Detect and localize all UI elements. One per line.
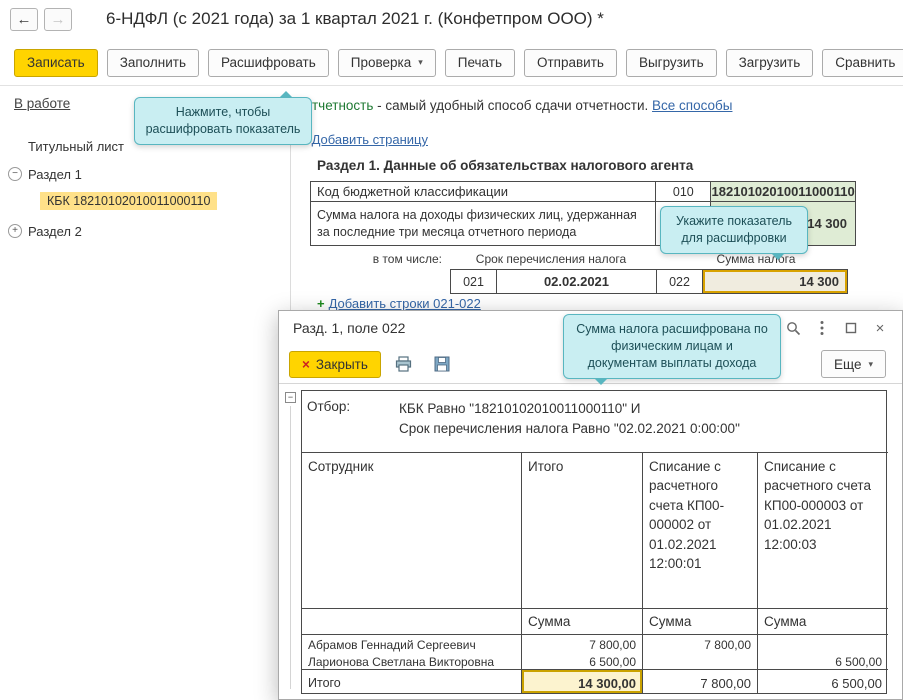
send-button[interactable]: Отправить bbox=[523, 48, 617, 77]
doc2-amount-cell[interactable]: 6 500,00 bbox=[758, 652, 888, 669]
sum-subheader-doc2[interactable]: Сумма bbox=[758, 609, 888, 635]
tree-item-section1[interactable]: Раздел 1 bbox=[28, 167, 82, 182]
printer-icon bbox=[396, 356, 412, 372]
column-header-total[interactable]: Итого bbox=[522, 452, 643, 609]
including-label: в том числе: bbox=[372, 252, 442, 266]
print-button[interactable]: Печать bbox=[444, 48, 515, 77]
kbk-row: Код бюджетной классификации 010 18210102… bbox=[311, 182, 856, 202]
hint-select-indicator-tooltip: Укажите показатель для расшифровки bbox=[660, 206, 808, 260]
kebab-menu-icon[interactable] bbox=[814, 320, 830, 336]
more-button-label: Еще bbox=[834, 356, 862, 372]
back-icon: ← bbox=[16, 10, 32, 28]
sum-subheader-doc1[interactable]: Сумма bbox=[643, 608, 758, 635]
section1-header: Раздел 1. Данные об обязательствах налог… bbox=[317, 158, 694, 173]
doc1-amount-cell[interactable]: 7 800,00 bbox=[643, 634, 758, 652]
plus-icon: + bbox=[317, 296, 325, 311]
status-link[interactable]: В работе bbox=[14, 96, 70, 111]
sum-subheader-empty bbox=[302, 608, 522, 635]
filter-row: Отбор: КБК Равно "18210102010011000110" … bbox=[302, 391, 888, 453]
titlebar: ← → 6-НДФЛ (с 2021 года) за 1 квартал 20… bbox=[0, 0, 903, 38]
column-header-employee[interactable]: Сотрудник bbox=[302, 452, 522, 609]
back-button[interactable]: ← bbox=[10, 7, 38, 31]
forward-icon: → bbox=[50, 10, 66, 28]
add-page-label[interactable]: Добавить страницу bbox=[312, 132, 428, 147]
drilldown-table: Отбор: КБК Равно "18210102010011000110" … bbox=[301, 390, 888, 694]
filter-label: Отбор: bbox=[307, 399, 351, 414]
export-button[interactable]: Выгрузить bbox=[625, 48, 717, 77]
tree-item-title-page[interactable]: Титульный лист bbox=[28, 139, 124, 154]
tree-item-section2[interactable]: Раздел 2 bbox=[28, 224, 82, 239]
check-button-label: Проверка bbox=[350, 55, 412, 70]
tax-amount-selected-cell[interactable]: 14 300 bbox=[703, 270, 848, 294]
close-x-icon: × bbox=[302, 356, 310, 372]
doc1-amount-cell[interactable] bbox=[643, 651, 758, 669]
save-icon-button[interactable] bbox=[427, 351, 457, 377]
employee-name-cell[interactable]: Абрамов Геннадий Сергеевич bbox=[302, 634, 522, 652]
chevron-down-icon: ▾ bbox=[868, 358, 873, 369]
popup-body: − Отбор: КБК Равно "18210102010011000110… bbox=[279, 384, 902, 699]
window-title: 6-НДФЛ (с 2021 года) за 1 квартал 2021 г… bbox=[106, 9, 604, 28]
import-button[interactable]: Загрузить bbox=[725, 48, 814, 77]
close-button-label: Закрыть bbox=[315, 356, 368, 372]
sum-subheader-total[interactable]: Сумма bbox=[522, 608, 643, 635]
more-button[interactable]: Еще ▾ bbox=[821, 350, 886, 378]
compare-button[interactable]: Сравнить bbox=[822, 48, 903, 77]
kbk-label-cell: Код бюджетной классификации bbox=[311, 182, 657, 202]
code-021-cell: 021 bbox=[451, 270, 497, 294]
group-collapse-icon[interactable]: − bbox=[285, 392, 296, 403]
term-column-header: Срок перечисления налога bbox=[475, 252, 627, 266]
add-page-link[interactable]: +Добавить страницу bbox=[300, 132, 428, 147]
grouping-gutter bbox=[290, 406, 291, 689]
doc2-amount-cell[interactable] bbox=[758, 635, 888, 652]
all-ways-link[interactable]: Все способы bbox=[652, 98, 732, 113]
tax-sum-label-cell: Сумма налога на доходы физических лиц, у… bbox=[311, 202, 657, 246]
promo-line: тчетность - самый удобный способ сдачи о… bbox=[312, 98, 732, 113]
grand-total-label-cell[interactable]: Итого bbox=[302, 668, 522, 693]
employee-name-cell[interactable]: Ларионова Светлана Викторовна bbox=[302, 651, 522, 669]
grand-total-doc2-cell[interactable]: 6 500,00 bbox=[758, 668, 888, 693]
grand-total-doc1-cell[interactable]: 7 800,00 bbox=[643, 668, 758, 693]
popup-title: Разд. 1, поле 022 bbox=[293, 320, 406, 336]
add-lines-link[interactable]: + Добавить строки 021-022 bbox=[317, 296, 481, 311]
kbk-value-cell[interactable]: 18210102010011000110 bbox=[711, 182, 856, 202]
save-button[interactable]: Записать bbox=[14, 48, 98, 77]
amount-column-header: Сумма налога bbox=[716, 252, 796, 266]
total-amount-cell[interactable]: 6 500,00 bbox=[522, 651, 643, 669]
filter-value[interactable]: КБК Равно "18210102010011000110" И Срок … bbox=[399, 399, 740, 440]
tree-item-kbk-selected[interactable]: КБК 18210102010011000110 bbox=[40, 192, 218, 210]
column-header-doc1[interactable]: Списание с расчетного счета КП00-000002 … bbox=[643, 452, 758, 609]
line-021-022-row: 021 02.02.2021 022 14 300 bbox=[450, 269, 848, 294]
fill-button[interactable]: Заполнить bbox=[106, 48, 199, 77]
decipher-button[interactable]: Расшифровать bbox=[207, 48, 329, 77]
add-lines-label[interactable]: Добавить строки 021-022 bbox=[329, 296, 481, 311]
chevron-down-icon: ▾ bbox=[418, 57, 423, 67]
grand-total-amount-cell[interactable]: 14 300,00 bbox=[522, 668, 643, 693]
total-amount-cell[interactable]: 7 800,00 bbox=[522, 634, 643, 652]
promo-brand-fragment: тчетность bbox=[312, 98, 374, 113]
floppy-icon bbox=[434, 356, 450, 372]
collapse-icon[interactable]: − bbox=[8, 167, 22, 181]
hint-decipher-tooltip: Нажмите, чтобы расшифровать показатель bbox=[134, 91, 312, 145]
code-022-cell: 022 bbox=[657, 270, 703, 294]
close-icon[interactable]: × bbox=[872, 320, 888, 337]
kbk-code-cell: 010 bbox=[656, 182, 712, 202]
forward-button[interactable]: → bbox=[44, 7, 72, 31]
column-header-doc2[interactable]: Списание с расчетного счета КП00-000003 … bbox=[758, 453, 888, 609]
close-button[interactable]: × Закрыть bbox=[289, 350, 381, 378]
transfer-date-cell[interactable]: 02.02.2021 bbox=[497, 270, 657, 294]
expand-icon[interactable]: + bbox=[8, 224, 22, 238]
hint-drilldown-tooltip: Сумма налога расшифрована по физическим … bbox=[563, 314, 781, 385]
check-button[interactable]: Проверка ▾ bbox=[337, 48, 436, 77]
popup-window-controls: × bbox=[785, 320, 888, 337]
print-icon-button[interactable] bbox=[389, 351, 419, 377]
find-icon[interactable] bbox=[785, 320, 801, 336]
main-toolbar: Записать Заполнить Расшифровать Проверка… bbox=[0, 40, 903, 86]
maximize-icon[interactable] bbox=[843, 320, 859, 336]
promo-text: - самый удобный способ сдачи отчетности. bbox=[373, 98, 653, 113]
